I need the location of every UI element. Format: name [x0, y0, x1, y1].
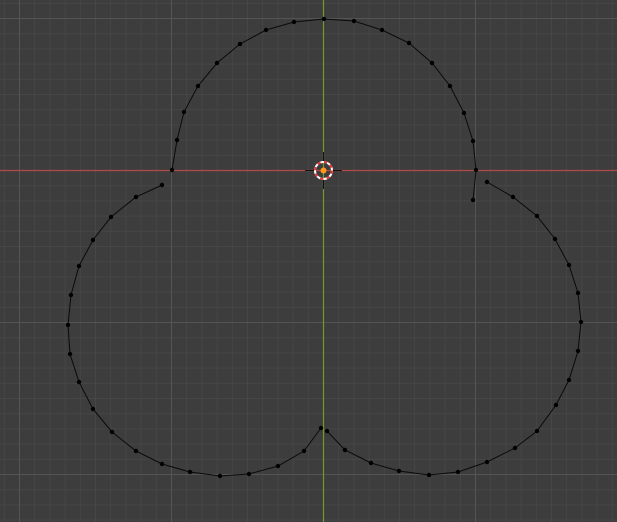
mesh-vertex[interactable] — [368, 460, 374, 466]
mesh-vertex[interactable] — [578, 319, 584, 325]
mesh-vertex[interactable] — [133, 194, 139, 200]
mesh-vertex[interactable] — [301, 448, 307, 454]
mesh-vertex[interactable] — [90, 237, 96, 243]
mesh-vertex[interactable] — [65, 322, 71, 328]
mesh-vertex[interactable] — [575, 348, 581, 354]
mesh-edge-loop-2[interactable] — [326, 181, 582, 476]
mesh-vertex[interactable] — [217, 473, 223, 479]
mesh-edges[interactable] — [67, 18, 582, 477]
mesh-vertex[interactable] — [470, 197, 476, 203]
mesh-vertex[interactable] — [195, 83, 201, 89]
mesh-vertex[interactable] — [447, 83, 453, 89]
viewport-canvas[interactable] — [0, 0, 617, 522]
mesh-vertex[interactable] — [133, 448, 139, 454]
mesh-vertex[interactable] — [426, 472, 432, 478]
mesh-vertex[interactable] — [566, 377, 572, 383]
mesh-vertex[interactable] — [455, 469, 461, 475]
mesh-vertex[interactable] — [275, 463, 281, 469]
mesh-vertex[interactable] — [246, 471, 252, 477]
mesh-vertex[interactable] — [351, 18, 357, 24]
mesh-vertex[interactable] — [473, 167, 479, 173]
mesh-vertex[interactable] — [406, 40, 412, 46]
grid-minor-lines — [0, 0, 617, 522]
mesh-vertex[interactable] — [159, 182, 165, 188]
mesh-vertex[interactable] — [109, 429, 115, 435]
mesh-vertex[interactable] — [429, 60, 435, 66]
mesh-vertex[interactable] — [108, 214, 114, 220]
mesh-vertex[interactable] — [181, 109, 187, 115]
mesh-vertex[interactable] — [324, 428, 330, 434]
mesh-vertex[interactable] — [321, 16, 327, 22]
mesh-vertex[interactable] — [76, 263, 82, 269]
mesh-vertex[interactable] — [76, 379, 82, 385]
mesh-vertex[interactable] — [396, 468, 402, 474]
mesh-vertex[interactable] — [159, 461, 165, 467]
mesh-vertex[interactable] — [461, 110, 467, 116]
mesh-vertex[interactable] — [575, 290, 581, 296]
mesh-vertex[interactable] — [512, 445, 518, 451]
mesh-vertex[interactable] — [67, 351, 73, 357]
mesh-vertex[interactable] — [484, 179, 490, 185]
mesh-vertex[interactable] — [470, 138, 476, 144]
mesh-vertex[interactable] — [214, 60, 220, 66]
mesh-vertex[interactable] — [379, 27, 385, 33]
mesh-vertex[interactable] — [174, 137, 180, 143]
mesh-vertex[interactable] — [484, 459, 490, 465]
mesh-vertex[interactable] — [169, 167, 175, 173]
mesh-vertex[interactable] — [510, 194, 516, 200]
mesh-vertex[interactable] — [553, 402, 559, 408]
mesh-vertex[interactable] — [263, 27, 269, 33]
mesh-vertex[interactable] — [68, 292, 74, 298]
mesh-vertex[interactable] — [90, 406, 96, 412]
3d-viewport[interactable] — [0, 0, 617, 522]
mesh-vertex[interactable] — [566, 262, 572, 268]
mesh-vertex[interactable] — [291, 19, 297, 25]
mesh-vertex[interactable] — [187, 469, 193, 475]
object-origin-dot[interactable] — [320, 167, 327, 174]
mesh-edge-loop-3[interactable] — [67, 184, 322, 477]
mesh-vertex[interactable] — [318, 425, 324, 431]
mesh-vertex[interactable] — [237, 41, 243, 47]
mesh-vertex[interactable] — [342, 447, 348, 453]
mesh-vertex[interactable] — [552, 236, 558, 242]
mesh-vertex[interactable] — [534, 428, 540, 434]
mesh-vertex[interactable] — [534, 213, 540, 219]
